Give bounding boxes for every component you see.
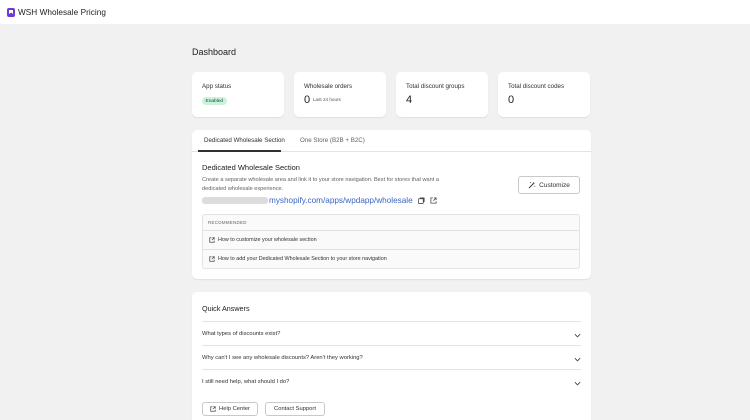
- status-badge: Enabled: [202, 97, 227, 105]
- tab-bar: Dedicated Wholesale Section One Store (B…: [192, 130, 591, 152]
- external-link-icon[interactable]: [430, 197, 437, 204]
- recommended-item-label: How to customize your wholesale section: [218, 237, 317, 243]
- faq-item[interactable]: I still need help, what should I do?: [202, 369, 581, 393]
- stat-value: 0: [508, 94, 515, 106]
- recommended-box: RECOMMENDED How to customize your wholes…: [202, 214, 580, 269]
- recommended-item-label: How to add your Dedicated Wholesale Sect…: [218, 256, 387, 262]
- stat-card-discount-groups: Total discount groups 4: [396, 72, 488, 117]
- recommended-item[interactable]: How to customize your wholesale section: [203, 230, 579, 249]
- magic-wand-icon: [528, 181, 536, 189]
- faq-item[interactable]: Why can't I see any wholesale discounts?…: [202, 345, 581, 369]
- top-bar: WSH Wholesale Pricing: [0, 0, 750, 24]
- store-url-row: myshopify.com/apps/wpdapp/wholesale: [202, 196, 437, 205]
- faq-question: I still need help, what should I do?: [202, 378, 290, 385]
- stat-value: 4: [406, 94, 413, 106]
- store-url-link[interactable]: myshopify.com/apps/wpdapp/wholesale: [269, 196, 413, 205]
- stat-label: Wholesale orders: [304, 83, 353, 90]
- stat-card-wholesale-orders: Wholesale orders 0 Last 24 hours: [294, 72, 386, 117]
- customize-button[interactable]: Customize: [518, 176, 580, 194]
- section-description: Create a separate wholesale area and lin…: [202, 177, 439, 192]
- stat-card-discount-codes: Total discount codes 0: [498, 72, 590, 117]
- external-link-icon: [209, 237, 215, 243]
- faq-question: Why can't I see any wholesale discounts?…: [202, 354, 363, 361]
- external-link-icon: [210, 406, 216, 412]
- help-center-button[interactable]: Help Center: [202, 402, 258, 416]
- app-logo-icon: [7, 7, 15, 17]
- section-title: Dedicated Wholesale Section: [202, 163, 300, 172]
- page-title: Dashboard: [192, 47, 237, 57]
- customize-label: Customize: [539, 181, 570, 189]
- tab-one-store[interactable]: One Store (B2B + B2C): [300, 137, 365, 144]
- stat-label: Total discount groups: [406, 83, 465, 90]
- chevron-down-icon: [574, 373, 581, 391]
- stat-card-app-status: App status Enabled: [192, 72, 284, 117]
- stat-sub: Last 24 hours: [313, 97, 341, 102]
- app-title: WSH Wholesale Pricing: [18, 7, 106, 17]
- help-center-label: Help Center: [219, 406, 250, 412]
- redacted-store-domain: [202, 197, 268, 204]
- quick-answers-title: Quick Answers: [202, 304, 250, 313]
- chevron-down-icon: [574, 349, 581, 367]
- tab-dedicated-wholesale[interactable]: Dedicated Wholesale Section: [204, 137, 285, 144]
- recommended-heading: RECOMMENDED: [208, 220, 247, 225]
- stat-label: Total discount codes: [508, 83, 565, 90]
- stat-label: App status: [202, 83, 232, 90]
- stat-value: 0: [304, 94, 311, 106]
- faq-question: What types of discounts exist?: [202, 330, 281, 337]
- recommended-item[interactable]: How to add your Dedicated Wholesale Sect…: [203, 249, 579, 268]
- contact-support-button[interactable]: Contact Support: [265, 402, 325, 416]
- contact-support-label: Contact Support: [274, 406, 316, 412]
- copy-icon[interactable]: [417, 197, 425, 204]
- active-tab-indicator: [198, 150, 281, 152]
- external-link-icon: [209, 256, 215, 262]
- quick-answers-card: Quick Answers What types of discounts ex…: [192, 292, 591, 420]
- faq-item[interactable]: What types of discounts exist?: [202, 321, 581, 345]
- chevron-down-icon: [574, 325, 581, 343]
- wholesale-setup-card: Dedicated Wholesale Section One Store (B…: [192, 130, 591, 279]
